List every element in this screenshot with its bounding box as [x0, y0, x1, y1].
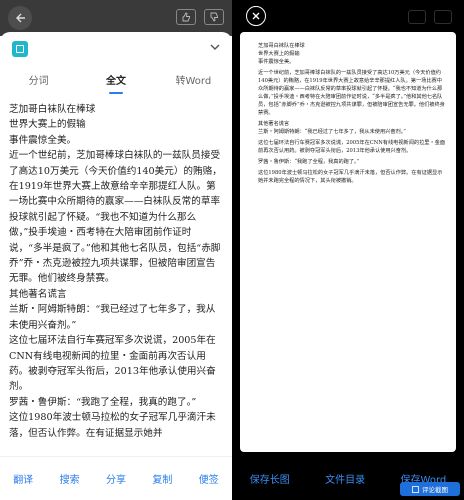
watermark-label: 评论截图: [422, 486, 448, 494]
text-paragraph: 这位1980年波士顿马拉松的女子冠军几乎滴汗未落，但否认作弊。在有证据显示她并: [9, 412, 216, 439]
result-sheet: 分词 全文 转Word 芝加哥白袜队在棒球 世界大赛上的假输 事件震惊全美。 近…: [0, 32, 232, 500]
tab-full-text[interactable]: 全文: [77, 70, 154, 94]
text-paragraph: 罗茜・鲁伊斯：“我跑了全程，我真的跑了。”: [9, 396, 197, 408]
long-image-preview[interactable]: 芝加哥白袜队在棒球 世界大赛上的假输 事件震惊全美。 近一个世纪前，芝加哥棒球白…: [240, 32, 456, 452]
tab-to-word[interactable]: 转Word: [155, 70, 232, 94]
text-line: 事件震惊全美。: [9, 134, 77, 146]
translate-button[interactable]: 翻译: [13, 471, 33, 486]
text-paragraph: 兰斯・阿姆斯特朗：“我已经过了七年多了，我从未使用兴奋剂。”: [9, 304, 216, 331]
app-logo-icon: [12, 41, 28, 57]
back-button[interactable]: [8, 6, 32, 30]
search-button[interactable]: 搜索: [60, 471, 80, 486]
text-line: 世界大赛上的假输: [9, 119, 86, 131]
preview-line: 世界大赛上的假输: [258, 51, 300, 57]
action-bar: 翻译 搜索 分享 复制 便签: [0, 456, 232, 500]
preview-paragraph: 兰斯・阿姆斯特朗：“我已经过了七年多了，我从未使用兴奋剂。”: [258, 129, 406, 135]
text-line: 其他著名谎言: [9, 288, 67, 300]
watermark-badge: 评论截图: [400, 482, 460, 496]
tab-segment[interactable]: 分词: [0, 70, 77, 94]
left-screen: 分词 全文 转Word 芝加哥白袜队在棒球 世界大赛上的假输 事件震惊全美。 近…: [0, 0, 232, 500]
top-bar: [0, 0, 232, 36]
thumbs-down-icon[interactable]: [204, 9, 224, 25]
preview-line: 芝加哥白袜队在棒球: [258, 43, 305, 49]
share-button[interactable]: 分享: [106, 471, 126, 486]
save-long-image-button[interactable]: 保存长图: [250, 471, 290, 486]
preview-line: 其他著名谎言: [258, 121, 290, 127]
close-button[interactable]: [246, 6, 266, 26]
thumbs-up-icon[interactable]: [176, 9, 196, 25]
copy-button[interactable]: 复制: [152, 471, 172, 486]
preview-paragraph: 罗茜・鲁伊斯：“我跑了全程，我真的跑了。”: [258, 159, 360, 165]
right-screen: 芝加哥白袜队在棒球 世界大赛上的假输 事件震惊全美。 近一个世纪前，芝加哥棒球白…: [232, 0, 464, 500]
note-button[interactable]: 便签: [199, 471, 219, 486]
preview-paragraph: 近一个世纪前，芝加哥棒球白袜队的一兹队员接受了高达10万美元（今天价值约140美…: [258, 70, 445, 116]
preview-paragraph: 这位七届环法自行车赛冠军多次说谎，2005年在CNN有线电视新闻的拉里・金面前再…: [258, 140, 446, 154]
screenshot-icon: [412, 485, 419, 493]
thumbs-up-icon: [408, 10, 426, 24]
text-line: 芝加哥白袜队在棒球: [9, 104, 96, 115]
file-directory-button[interactable]: 文件目录: [325, 471, 365, 486]
preview-paragraph: 这位1980年波士顿马拉松的女子冠军几乎滴汗未落，但否认作弊。在有证据显示她并未…: [258, 170, 443, 184]
chevron-down-icon[interactable]: [210, 44, 220, 51]
text-paragraph: 这位七届环法自行车赛冠军多次说谎，2005年在CNN有线电视新闻的拉里・金面前再…: [9, 335, 216, 393]
tab-bar: 分词 全文 转Word: [0, 70, 232, 94]
recognized-text[interactable]: 芝加哥白袜队在棒球 世界大赛上的假输 事件震惊全美。 近一个世纪前，芝加哥棒球白…: [9, 102, 223, 482]
arrow-left-icon: [16, 13, 25, 23]
text-paragraph: 近一个世纪前，芝加哥棒球白袜队的一兹队员接受了高达10万美元（今天价值约140美…: [9, 150, 222, 285]
thumbs-down-icon: [434, 10, 452, 24]
close-icon: [252, 12, 260, 20]
preview-line: 事件震惊全美。: [258, 59, 295, 65]
